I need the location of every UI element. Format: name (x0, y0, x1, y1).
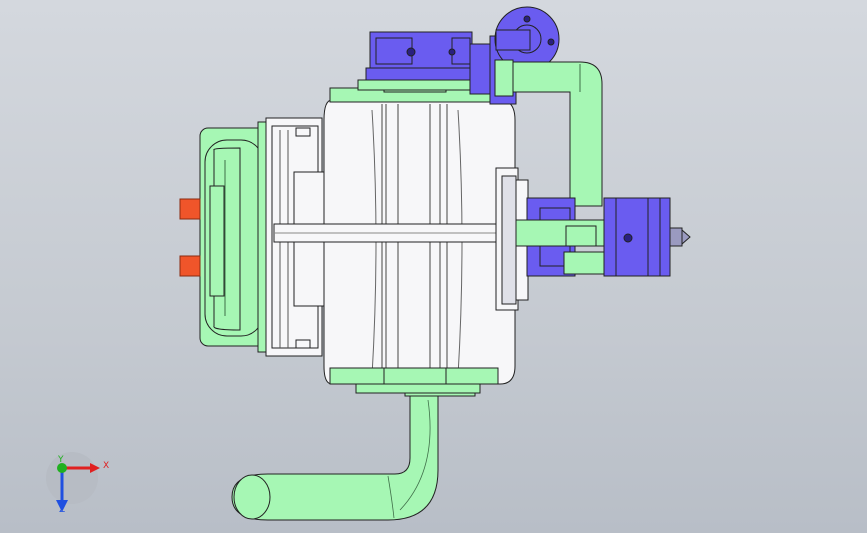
bottom-elbow-pipe[interactable] (231, 383, 481, 521)
y-axis-label: Y (57, 455, 64, 465)
terminal-bottom[interactable] (179, 255, 201, 277)
axis-triad: X Y Z (46, 452, 109, 515)
cad-viewport[interactable]: X Y Z (0, 0, 867, 533)
x-axis-label: X (103, 461, 109, 471)
z-axis-label: Z (59, 505, 65, 515)
model-canvas[interactable]: X Y Z (0, 0, 867, 533)
terminal-top[interactable] (179, 198, 201, 220)
